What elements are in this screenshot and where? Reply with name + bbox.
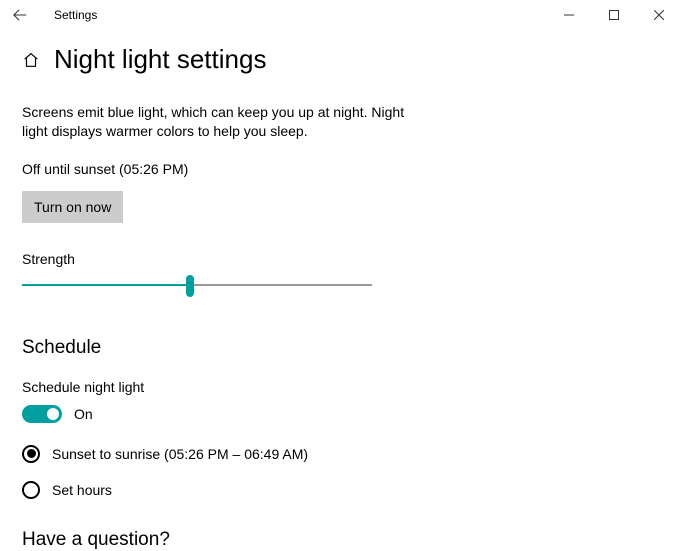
back-arrow-icon xyxy=(13,8,27,22)
page-description: Screens emit blue light, which can keep … xyxy=(22,103,412,141)
slider-fill xyxy=(22,284,190,286)
radio-set-hours-row[interactable]: Set hours xyxy=(22,481,659,499)
window-title: Settings xyxy=(40,8,97,22)
page-header: Night light settings xyxy=(22,44,659,75)
window-controls xyxy=(546,0,681,30)
radio-sunset-row[interactable]: Sunset to sunrise (05:26 PM – 06:49 AM) xyxy=(22,445,659,463)
toggle-knob xyxy=(47,408,59,420)
close-button[interactable] xyxy=(636,0,681,30)
page-title: Night light settings xyxy=(54,44,266,75)
back-button[interactable] xyxy=(0,0,40,30)
radio-sunset[interactable] xyxy=(22,445,40,463)
schedule-toggle-row: On xyxy=(22,405,659,423)
schedule-toggle-state: On xyxy=(74,406,93,422)
maximize-icon xyxy=(609,10,619,20)
strength-label: Strength xyxy=(22,251,659,267)
maximize-button[interactable] xyxy=(591,0,636,30)
help-heading: Have a question? xyxy=(22,529,659,551)
strength-slider[interactable] xyxy=(22,273,372,297)
turn-on-button[interactable]: Turn on now xyxy=(22,191,123,223)
minimize-icon xyxy=(564,10,574,20)
slider-thumb[interactable] xyxy=(186,275,194,297)
schedule-toggle[interactable] xyxy=(22,405,62,423)
radio-set-hours-label: Set hours xyxy=(52,482,112,498)
close-icon xyxy=(654,10,664,20)
content-area: Night light settings Screens emit blue l… xyxy=(0,44,681,551)
status-text: Off until sunset (05:26 PM) xyxy=(22,161,659,177)
schedule-toggle-label: Schedule night light xyxy=(22,379,659,395)
titlebar: Settings xyxy=(0,0,681,30)
minimize-button[interactable] xyxy=(546,0,591,30)
home-icon[interactable] xyxy=(22,51,40,69)
radio-set-hours[interactable] xyxy=(22,481,40,499)
radio-sunset-label: Sunset to sunrise (05:26 PM – 06:49 AM) xyxy=(52,446,308,462)
schedule-heading: Schedule xyxy=(22,337,659,359)
